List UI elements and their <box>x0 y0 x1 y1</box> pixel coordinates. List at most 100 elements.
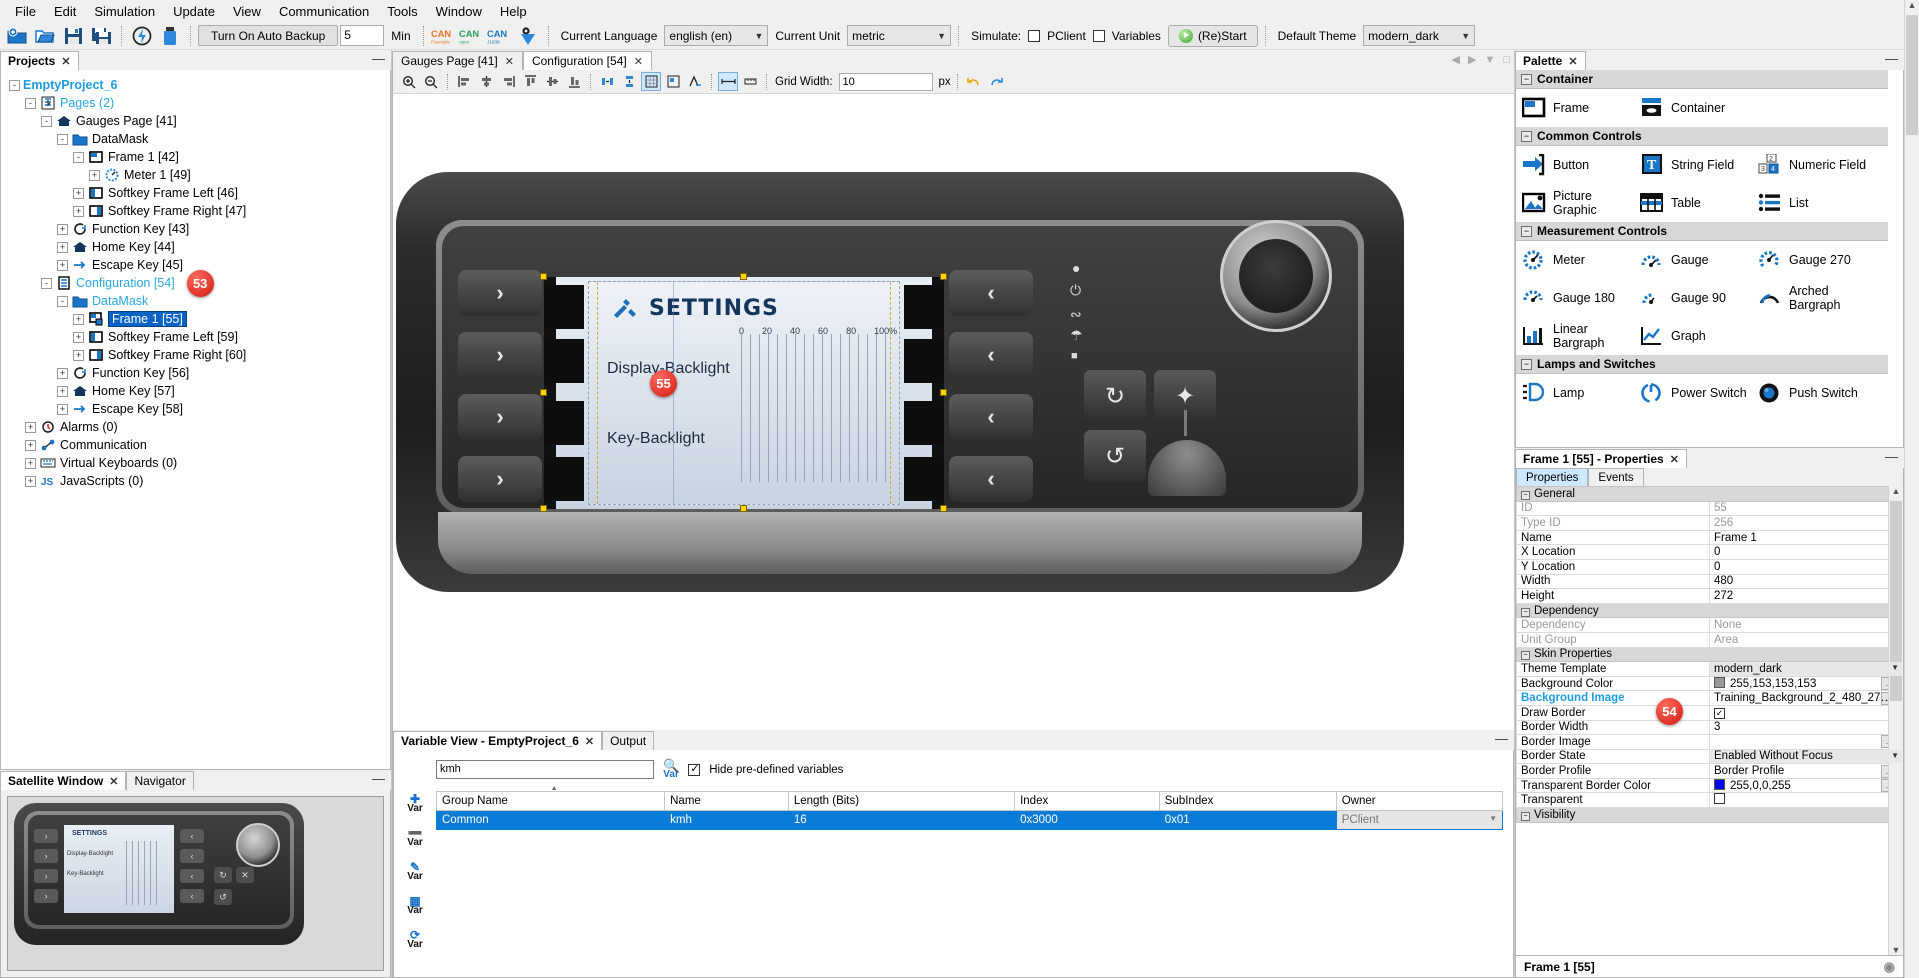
next-tab-icon[interactable]: ▶ <box>1468 53 1476 66</box>
close-icon[interactable]: ✕ <box>1670 453 1679 466</box>
palette-item-picture-graphic[interactable]: Picture Graphic <box>1516 189 1634 217</box>
column-header-owner[interactable]: Owner <box>1335 791 1504 811</box>
tree-node-communication[interactable]: + Communication <box>1 436 390 454</box>
tab-satellite-window[interactable]: Satellite Window ✕ <box>0 771 127 790</box>
minimize-icon[interactable]: — <box>1495 732 1508 745</box>
group-variable-button[interactable]: ▦ Var <box>407 895 423 916</box>
properties-body[interactable]: ▲ ▼ − General ID 55 Type ID 256 Name Frame 1X L… <box>1515 486 1904 956</box>
table-row[interactable]: Common kmh 16 0x3000 0x01 PClient ▼ <box>435 810 1504 830</box>
tree-node-home-key-44[interactable]: + Home Key [44] <box>1 238 390 256</box>
settings-check-icon[interactable] <box>515 24 541 48</box>
redo-icon[interactable] <box>986 72 1006 91</box>
satellite-preview[interactable]: SETTINGS Display-Backlight Key-Backlight… <box>7 796 384 971</box>
tree-node-softkey-frame-right-60[interactable]: + Softkey Frame Right [60] <box>1 346 390 364</box>
collapse-icon[interactable]: - <box>41 277 52 289</box>
zoom-out-icon[interactable] <box>421 72 441 91</box>
collapse-icon[interactable]: − <box>1521 651 1530 661</box>
softkey-left-3[interactable]: › <box>458 394 542 440</box>
resize-handle-s[interactable] <box>740 505 747 512</box>
property-value[interactable]: ...Training_Background_2_480_27… <box>1709 690 1903 706</box>
hide-predefined-checkbox[interactable] <box>688 763 701 776</box>
tab-output[interactable]: Output <box>602 731 655 750</box>
save-icon[interactable] <box>60 24 86 48</box>
resize-handle-ne[interactable] <box>940 273 947 280</box>
tree-node-gauges-page-41[interactable]: - Gauges Page [41] <box>1 112 390 130</box>
distribute-h-icon[interactable] <box>597 72 617 91</box>
collapse-icon[interactable]: - <box>41 115 52 127</box>
variable-search-input[interactable]: kmh <box>436 760 654 779</box>
palette-group-common-controls[interactable]: − Common Controls <box>1516 127 1888 146</box>
expand-icon[interactable]: + <box>25 457 36 469</box>
refresh-variable-button[interactable]: ⟳ Var <box>407 929 423 950</box>
softkey-right-3[interactable]: ‹ <box>949 394 1033 440</box>
editor-tab-configuration-54[interactable]: Configuration [54] ✕ <box>522 51 652 70</box>
menu-item-update[interactable]: Update <box>164 2 224 21</box>
property-value[interactable]: Frame 1 <box>1709 529 1903 546</box>
align-bottom-icon[interactable] <box>564 72 584 91</box>
can-freestyle-icon[interactable]: CAN Freestyle <box>431 24 457 48</box>
property-checkbox[interactable] <box>1714 793 1725 805</box>
frame-1-selected[interactable]: SETTINGS 0 20 40 60 80 100% Display-Backlight… <box>588 281 900 505</box>
property-value[interactable]: modern_dark ▼ <box>1709 661 1903 677</box>
tree-node-virtual-keyboards-0[interactable]: + Virtual Keyboards (0) <box>1 454 390 472</box>
property-value[interactable]: 0 <box>1709 558 1903 575</box>
menu-item-communication[interactable]: Communication <box>270 2 378 21</box>
property-value[interactable]: 3 <box>1709 719 1903 736</box>
expand-icon[interactable]: + <box>57 241 68 253</box>
property-value[interactable]: Area <box>1709 631 1903 648</box>
remove-variable-button[interactable]: ➖ Var <box>407 827 423 848</box>
tree-node-pages-2[interactable]: - Pages (2) <box>1 94 390 112</box>
palette-item-list[interactable]: List <box>1752 190 1870 216</box>
menu-item-window[interactable]: Window <box>427 2 491 21</box>
palette-item-gauge-90[interactable]: Gauge 90 <box>1634 285 1752 311</box>
prev-tab-icon[interactable]: ◀ <box>1452 53 1460 66</box>
palette-item-container[interactable]: Container <box>1634 95 1752 121</box>
close-icon[interactable]: ✕ <box>61 55 70 68</box>
property-value[interactable]: 480 <box>1709 573 1903 590</box>
property-row-unit-group[interactable]: Unit Group Area <box>1516 631 1903 648</box>
current-unit-select[interactable]: metric ▼ <box>847 25 952 46</box>
search-var-icon[interactable]: 🔍 Var <box>663 759 679 780</box>
palette-item-table[interactable]: Table <box>1634 190 1752 216</box>
order-icon[interactable] <box>685 72 705 91</box>
property-value[interactable]: 256 <box>1709 515 1903 531</box>
close-icon[interactable]: ✕ <box>585 735 594 748</box>
resize-handle-nw[interactable] <box>540 273 547 280</box>
tree-node-softkey-frame-left-59[interactable]: + Softkey Frame Left [59] <box>1 328 390 346</box>
restart-button[interactable]: (Re)Start <box>1167 24 1258 47</box>
property-row-name[interactable]: Name Frame 1 <box>1516 529 1903 546</box>
property-value[interactable]: ...255,0,0,255 <box>1709 777 1903 794</box>
palette-item-gauge-180[interactable]: Gauge 180 <box>1516 285 1634 311</box>
column-header-index[interactable]: Index <box>1014 791 1160 811</box>
close-icon[interactable]: ✕ <box>109 775 118 788</box>
softkey-right-4[interactable]: ‹ <box>949 456 1033 502</box>
property-row-transparent[interactable]: Transparent <box>1516 792 1903 809</box>
palette-item-gauge-270[interactable]: Gauge 270 <box>1752 247 1870 273</box>
properties-subtab-properties[interactable]: Properties <box>1516 468 1589 486</box>
property-row-border-profile[interactable]: Border Profile...Border Profile <box>1516 763 1903 779</box>
column-header-length-bits[interactable]: Length (Bits) <box>787 791 1016 811</box>
properties-group-visibility[interactable]: − Visibility <box>1516 807 1903 824</box>
new-project-icon[interactable] <box>4 24 30 48</box>
softkey-right-1[interactable]: ‹ <box>949 270 1033 316</box>
expand-icon[interactable]: + <box>73 313 84 325</box>
variables-checkbox[interactable] <box>1092 29 1105 42</box>
align-right-icon[interactable] <box>498 72 518 91</box>
palette-item-push-switch[interactable]: Push Switch <box>1752 380 1870 406</box>
can-open-icon[interactable]: CAN open <box>459 24 485 48</box>
add-variable-button[interactable]: ✚ Var <box>407 793 423 814</box>
collapse-icon[interactable]: - <box>57 295 68 307</box>
menu-item-view[interactable]: View <box>224 2 270 21</box>
show-grid-icon[interactable] <box>663 72 683 91</box>
grid-width-input[interactable]: 10 <box>838 72 933 91</box>
palette-item-string-field[interactable]: T String Field <box>1634 152 1752 178</box>
expand-icon[interactable]: + <box>25 439 36 451</box>
chevron-down-icon[interactable]: ▼ <box>1889 945 1903 955</box>
variables-table[interactable]: Group Name ▲ Name Length (Bits) Index SubInde… <box>435 785 1504 830</box>
property-row-type-id[interactable]: Type ID 256 <box>1516 515 1903 531</box>
expand-icon[interactable]: + <box>25 475 36 487</box>
expand-icon[interactable]: + <box>57 367 68 379</box>
property-row-border-image[interactable]: Border Image... <box>1516 734 1903 750</box>
resize-handle-sw[interactable] <box>540 505 547 512</box>
back-key[interactable]: ↺ <box>1084 430 1146 482</box>
